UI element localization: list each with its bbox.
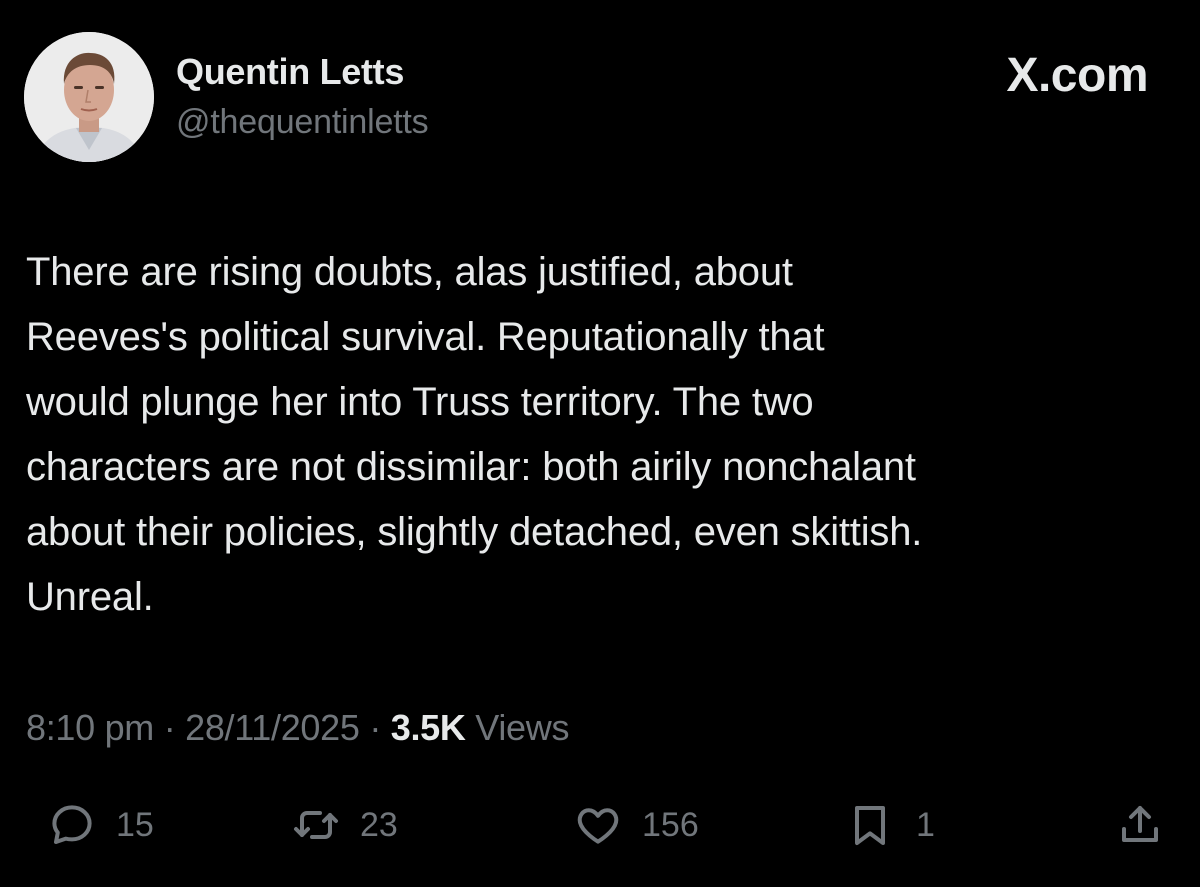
like-button[interactable]: 156 bbox=[574, 790, 699, 860]
speech-bubble-icon bbox=[52, 805, 92, 844]
reply-button[interactable]: 15 bbox=[48, 790, 154, 860]
tweet-screenshot: Quentin Letts @thequentinletts X.com The… bbox=[0, 0, 1200, 887]
views-count: 3.5K bbox=[390, 707, 466, 748]
tweet-meta: 8:10 pm · 28/11/2025 · 3.5K Views bbox=[26, 704, 569, 752]
action-bar: 15 23 156 1 bbox=[0, 790, 1200, 860]
tweet-date[interactable]: 28/11/2025 bbox=[185, 707, 360, 748]
brand-logo-text: X.com bbox=[1006, 49, 1148, 102]
tweet-time[interactable]: 8:10 pm bbox=[26, 707, 154, 748]
repost-arrows-icon bbox=[294, 811, 338, 839]
share-upload-icon bbox=[1122, 806, 1158, 842]
meta-separator: · bbox=[163, 707, 176, 748]
share-button[interactable] bbox=[1116, 790, 1164, 860]
repost-count: 23 bbox=[360, 806, 398, 844]
heart-icon bbox=[577, 808, 619, 844]
bookmark-icon bbox=[855, 806, 885, 845]
avatar-photo bbox=[24, 32, 154, 162]
like-count: 156 bbox=[642, 806, 699, 844]
author-handle[interactable]: @thequentinletts bbox=[176, 102, 429, 142]
repost-button[interactable]: 23 bbox=[292, 790, 398, 860]
views-label: Views bbox=[475, 707, 570, 748]
avatar[interactable] bbox=[24, 32, 154, 162]
author-block: Quentin Letts @thequentinletts bbox=[176, 52, 429, 142]
bookmark-button[interactable]: 1 bbox=[846, 790, 935, 860]
tweet-text: There are rising doubts, alas justified,… bbox=[26, 250, 923, 619]
meta-separator: · bbox=[369, 707, 382, 748]
reply-count: 15 bbox=[116, 806, 154, 844]
bookmark-count: 1 bbox=[916, 806, 935, 844]
author-display-name[interactable]: Quentin Letts bbox=[176, 52, 428, 92]
